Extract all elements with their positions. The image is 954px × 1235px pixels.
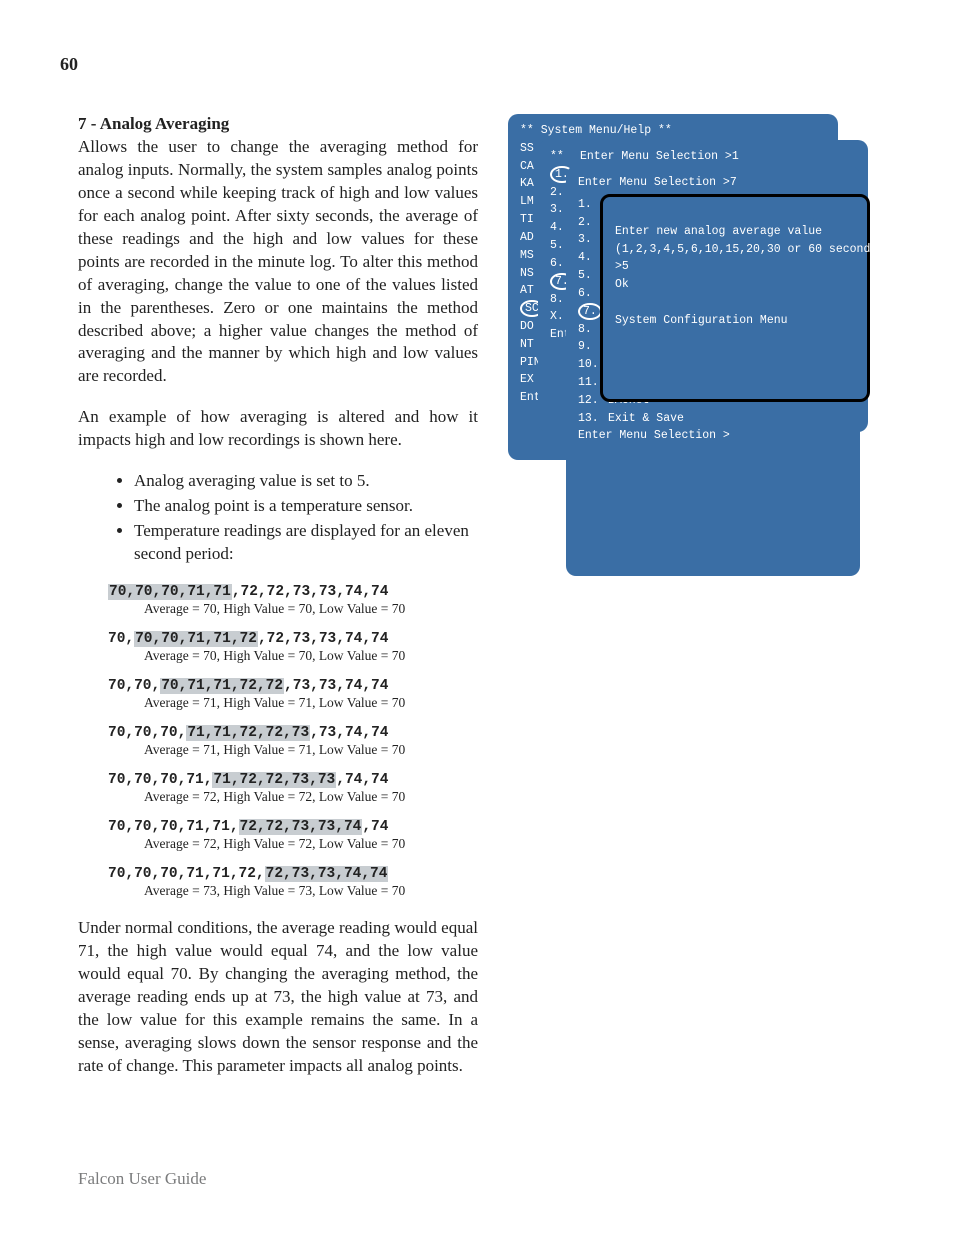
paragraph-1: Allows the user to change the averaging … xyxy=(78,136,478,388)
samples-block: 70,70,70,71,71,72,72,73,73,74,74Average … xyxy=(78,584,478,899)
sample-block: 70,70,70,71,71,72,72,73,73,74,74Average … xyxy=(108,772,478,805)
sample-block: 70,70,70,71,71,72,72,73,73,74,74Average … xyxy=(108,866,478,899)
terminal-b-row: **Enter Menu Selection >1 xyxy=(550,148,856,166)
terminal-d-row: >5 xyxy=(615,258,855,276)
sample-block: 70,70,70,71,71,72,72,73,73,74,74Average … xyxy=(108,631,478,664)
footer-text: Falcon User Guide xyxy=(78,1169,206,1189)
sample-data-line: 70,70,70,71,71,72,72,73,73,74,74 xyxy=(108,819,478,835)
terminal-d-row: System Configuration Menu xyxy=(615,312,855,330)
sample-caption: Average = 73, High Value = 73, Low Value… xyxy=(144,883,478,899)
paragraph-2: An example of how averaging is altered a… xyxy=(78,406,478,452)
terminal-d-row: Enter new analog average value xyxy=(615,223,855,241)
terminal-d-row xyxy=(615,294,855,312)
sample-data-line: 70,70,70,71,71,72,72,73,73,74,74 xyxy=(108,678,478,694)
sample-caption: Average = 70, High Value = 70, Low Value… xyxy=(144,648,478,664)
bullet-list: Analog averaging value is set to 5.The a… xyxy=(78,470,478,566)
sample-data-line: 70,70,70,71,71,72,72,73,73,74,74 xyxy=(108,866,478,882)
sample-block: 70,70,70,71,71,72,72,73,73,74,74Average … xyxy=(108,678,478,711)
section-title: 7 - Analog Averaging xyxy=(78,114,478,134)
sample-caption: Average = 71, High Value = 71, Low Value… xyxy=(144,695,478,711)
terminal-d-row xyxy=(615,205,855,223)
sample-caption: Average = 71, High Value = 71, Low Value… xyxy=(144,742,478,758)
sample-block: 70,70,70,71,71,72,72,73,73,74,74Average … xyxy=(108,725,478,758)
sample-caption: Average = 72, High Value = 72, Low Value… xyxy=(144,789,478,805)
paragraph-3: Under normal conditions, the average rea… xyxy=(78,917,478,1078)
bullet-item: Analog averaging value is set to 5. xyxy=(134,470,478,493)
left-column: 7 - Analog Averaging Allows the user to … xyxy=(78,114,478,1096)
sample-data-line: 70,70,70,71,71,72,72,73,73,74,74 xyxy=(108,772,478,788)
sample-caption: Average = 70, High Value = 70, Low Value… xyxy=(144,601,478,617)
bullet-item: Temperature readings are displayed for a… xyxy=(134,520,478,566)
page-number: 60 xyxy=(60,54,78,75)
terminal-layer-d: Enter new analog average value(1,2,3,4,5… xyxy=(600,194,870,402)
sample-data-line: 70,70,70,71,71,72,72,73,73,74,74 xyxy=(108,725,478,741)
terminal-a-title: ** System Menu/Help ** xyxy=(520,122,826,140)
sample-block: 70,70,70,71,71,72,72,73,73,74,74Average … xyxy=(108,819,478,852)
terminal-c-row: Enter Menu Selection > xyxy=(578,427,848,445)
terminal-c-row: Enter Menu Selection >7 xyxy=(578,174,848,192)
terminal-d-row: (1,2,3,4,5,6,10,15,20,30 or 60 seconds) xyxy=(615,241,855,259)
sample-data-line: 70,70,70,71,71,72,72,73,73,74,74 xyxy=(108,631,478,647)
sample-block: 70,70,70,71,71,72,72,73,73,74,74Average … xyxy=(108,584,478,617)
terminal-c-row: 13.Exit & Save xyxy=(578,410,848,428)
sample-data-line: 70,70,70,71,71,72,72,73,73,74,74 xyxy=(108,584,478,600)
sample-caption: Average = 72, High Value = 72, Low Value… xyxy=(144,836,478,852)
bullet-item: The analog point is a temperature sensor… xyxy=(134,495,478,518)
terminal-d-row: Ok xyxy=(615,276,855,294)
